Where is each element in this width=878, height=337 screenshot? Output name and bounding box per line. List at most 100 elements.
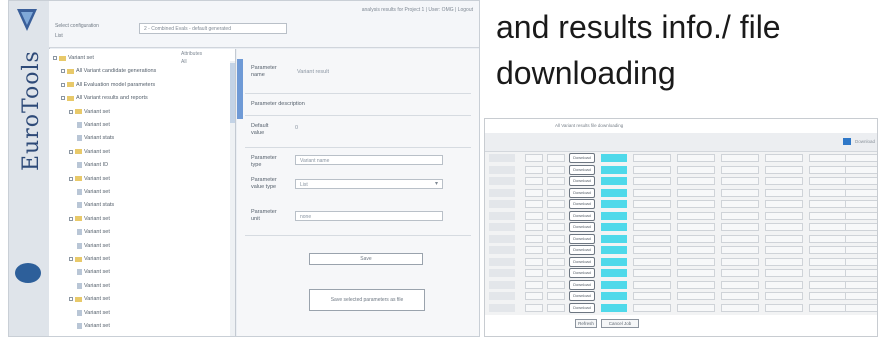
row-download-button[interactable]: Download — [569, 256, 595, 267]
tree-item[interactable]: All Variant candidate generations — [61, 68, 156, 74]
tree-item[interactable]: Variant set — [77, 122, 110, 128]
folder-icon — [75, 256, 82, 262]
parameter-detail-panel: Parameter name Variant result Parameter … — [237, 49, 479, 336]
row-name-cell — [489, 177, 515, 185]
tree-item[interactable]: Variant set — [53, 55, 94, 61]
grid-cell — [633, 234, 671, 243]
save-parameters-file-button[interactable]: Save selected parameters as file — [309, 289, 425, 311]
param-unit-label: Parameter unit — [251, 209, 277, 222]
expand-toggle-icon[interactable] — [69, 149, 73, 154]
tree-item[interactable]: Variant set — [77, 269, 110, 276]
table-row: Download — [485, 233, 877, 244]
tree-item[interactable]: Variant set — [77, 189, 110, 195]
default-value: 0 — [295, 125, 299, 131]
expand-toggle-icon[interactable] — [69, 176, 73, 181]
param-unit-select[interactable]: none — [295, 211, 443, 221]
grid-cell — [677, 188, 715, 197]
row-download-button[interactable]: Download — [569, 187, 595, 198]
tree-item[interactable]: All Variant results and reports — [61, 95, 148, 101]
expand-toggle-icon[interactable] — [61, 96, 65, 101]
row-download-button[interactable]: Download — [569, 153, 595, 163]
tree-item[interactable]: Variant set — [77, 282, 110, 289]
grid-cell — [845, 211, 877, 220]
document-icon — [77, 242, 82, 249]
expand-toggle-icon[interactable] — [61, 69, 65, 74]
highlighted-cell — [601, 200, 627, 208]
grid-cell — [765, 280, 803, 289]
refresh-button[interactable]: Refresh — [575, 319, 597, 328]
tree-item[interactable]: Variant set — [69, 296, 110, 302]
expand-toggle-icon[interactable] — [61, 82, 65, 87]
expand-toggle-icon[interactable] — [69, 297, 73, 302]
row-download-button[interactable]: Download — [569, 164, 595, 175]
grid-cell — [765, 211, 803, 220]
param-value-type-select[interactable]: List — [295, 179, 443, 189]
row-download-button[interactable]: Download — [569, 222, 595, 232]
grid-cell — [765, 165, 803, 174]
tree-item[interactable]: Variant ID — [77, 162, 108, 169]
grid-cell — [677, 223, 715, 231]
tree-item[interactable]: Variant set — [77, 242, 110, 249]
grid-cell — [525, 165, 543, 174]
tree-item-label: Variant set — [84, 296, 110, 303]
expand-toggle-icon[interactable] — [69, 257, 73, 261]
tree-item-label: Variant set — [84, 122, 110, 128]
download-icon[interactable] — [843, 138, 851, 145]
grid-cell — [721, 280, 759, 289]
document-icon — [77, 229, 82, 236]
grid-cell — [525, 257, 543, 266]
param-value-type-label: Parameter value type — [251, 177, 277, 190]
tree-item[interactable]: Variant set — [69, 256, 110, 262]
tree-item[interactable]: All Evaluation model parameters — [61, 82, 155, 88]
tree-attribute-label: Attributes — [181, 51, 203, 57]
configuration-select[interactable]: 2 - Combined Evals - default generated — [139, 23, 287, 34]
detail-scroll-indicator[interactable] — [237, 59, 243, 119]
row-download-button[interactable]: Download — [569, 245, 595, 255]
tree-item[interactable]: Variant set — [69, 149, 110, 155]
row-download-button[interactable]: Download — [569, 233, 595, 244]
brand-name: EuroTools — [19, 50, 44, 171]
highlighted-cell — [601, 177, 627, 185]
grid-cell — [633, 280, 671, 289]
grid-cell — [721, 303, 759, 312]
expand-toggle-icon[interactable] — [69, 109, 73, 114]
row-download-button[interactable]: Download — [569, 291, 595, 301]
folder-icon — [75, 176, 82, 182]
folder-icon — [75, 216, 82, 222]
grid-cell — [809, 188, 847, 197]
table-row: Download — [485, 210, 877, 221]
brand-logo-icon — [17, 9, 37, 31]
tree-item[interactable]: Variant set — [77, 323, 110, 329]
row-download-button[interactable]: Download — [569, 210, 595, 221]
tree-item[interactable]: Variant set — [77, 309, 110, 316]
row-download-button[interactable]: Download — [569, 279, 595, 290]
tree-item[interactable]: Variant set — [69, 176, 110, 182]
param-type-select[interactable]: Variant name — [295, 155, 443, 165]
toolbar-download-label[interactable]: Download — [855, 139, 875, 144]
grid-cell — [765, 303, 803, 312]
tree-item-label: Variant set — [68, 55, 94, 61]
separator — [245, 115, 471, 116]
save-button[interactable]: Save — [309, 253, 423, 265]
row-download-button[interactable]: Download — [569, 176, 595, 186]
row-download-button[interactable]: Download — [569, 199, 595, 209]
expand-toggle-icon[interactable] — [53, 56, 57, 60]
grid-cell — [845, 234, 877, 243]
tree-scrollbar-thumb[interactable] — [230, 63, 235, 123]
tree-item[interactable]: Variant set — [69, 109, 110, 115]
tree-item[interactable]: Variant set — [77, 229, 110, 236]
tree-item[interactable]: Variant stats — [77, 135, 114, 142]
row-download-button[interactable]: Download — [569, 268, 595, 278]
tree-item[interactable]: Variant stats — [77, 202, 114, 209]
grid-cell — [845, 292, 877, 300]
cancel-job-button[interactable]: Cancel Job — [601, 319, 639, 328]
grid-cell — [809, 269, 847, 277]
grid-cell — [765, 292, 803, 300]
grid-cell — [677, 165, 715, 174]
list-label: List — [55, 33, 63, 39]
expand-toggle-icon[interactable] — [69, 216, 73, 221]
row-download-button[interactable]: Download — [569, 302, 595, 313]
grid-cell — [547, 188, 565, 197]
tree-item[interactable]: Variant set — [69, 216, 110, 222]
grid-cell — [633, 269, 671, 277]
